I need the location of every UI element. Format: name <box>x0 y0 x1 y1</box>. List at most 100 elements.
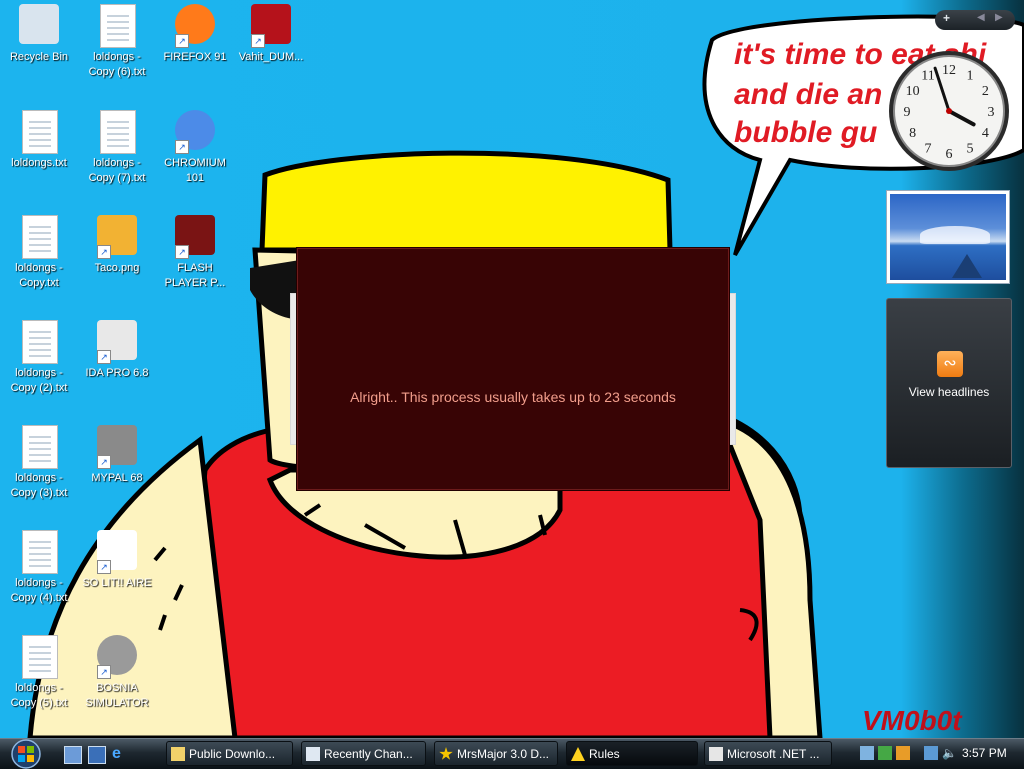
text-file-icon <box>17 635 61 679</box>
desktop-icon[interactable]: loldongs.txt <box>2 110 76 171</box>
desktop-icon[interactable]: loldongs - Copy.txt <box>2 215 76 291</box>
clock-number: 6 <box>946 147 953 162</box>
text-file-icon <box>17 215 61 259</box>
desktop-icon[interactable]: Recycle Bin <box>2 4 76 65</box>
desktop-icon[interactable]: loldongs - Copy (5).txt <box>2 635 76 711</box>
desktop-icon-label: loldongs - Copy (2).txt <box>10 367 68 394</box>
shortcut-arrow-icon: ↗ <box>97 665 111 679</box>
chromium-icon: ↗ <box>173 110 217 154</box>
desktop[interactable]: it's time to eat shi and die an bubble g… <box>0 0 1024 738</box>
shortcut-arrow-icon: ↗ <box>251 34 265 48</box>
update-icon[interactable] <box>878 746 892 760</box>
desktop-icon[interactable]: loldongs - Copy (4).txt <box>2 530 76 606</box>
desktop-icon-label: MYPAL 68 <box>91 472 143 484</box>
desktop-icon[interactable]: ↗ CHROMIUM 101 <box>158 110 232 186</box>
volume-muted-icon[interactable]: 🔈 <box>942 746 957 760</box>
text-file-icon <box>17 110 61 154</box>
taskbar-button[interactable]: Public Downlo... <box>166 741 293 766</box>
taskbar-button[interactable]: Microsoft .NET ... <box>704 741 832 766</box>
taco-image-icon: ↗ <box>95 215 139 259</box>
clock-number: 11 <box>921 69 934 84</box>
taskbar: e Public Downlo... Recently Chan... MrsMaj… <box>0 738 1024 769</box>
clock-number: 8 <box>909 126 916 141</box>
dotnet-icon <box>709 747 723 761</box>
add-gadget-button[interactable]: + <box>943 11 950 25</box>
clock-gadget[interactable]: 12 12 3 45678 9 1011 <box>886 48 1012 174</box>
warning-icon <box>571 747 585 761</box>
raccoon-icon: ↗ <box>95 425 139 469</box>
gadgets-toolbar: + ◀ ▶ <box>935 10 1015 30</box>
desktop-icon-label: loldongs - Copy (3).txt <box>10 472 68 499</box>
flash-player-icon: ↗ <box>173 215 217 259</box>
previous-page-icon[interactable]: ◀ <box>977 12 985 23</box>
desktop-icon[interactable]: ↗ FIREFOX 91 <box>158 4 232 65</box>
feed-headlines-gadget[interactable]: ∾ View headlines <box>886 298 1012 468</box>
progress-dialog[interactable]: Alright.. This process usually takes up … <box>297 248 729 490</box>
desktop-icon[interactable]: ↗ SO LIT!! AIRE <box>80 530 154 591</box>
slideshow-gadget[interactable] <box>886 190 1010 284</box>
folder-icon <box>171 747 185 761</box>
desktop-icon[interactable]: ↗ Vahit_DUM... <box>234 4 308 65</box>
solitaire-icon: ↗ <box>95 530 139 574</box>
shortcut-arrow-icon: ↗ <box>97 350 111 364</box>
clock-number: 7 <box>925 141 932 156</box>
clock-number: 12 <box>942 63 956 78</box>
clock-number: 5 <box>967 141 974 156</box>
view-headlines-label[interactable]: View headlines <box>887 385 1011 399</box>
taskbar-button[interactable]: Recently Chan... <box>301 741 426 766</box>
ida-pro-icon: ↗ <box>95 320 139 364</box>
show-desktop-icon[interactable] <box>64 746 82 764</box>
system-tray: 🔈 3:57 PM <box>852 739 1024 769</box>
switch-windows-icon[interactable] <box>88 746 106 764</box>
artist-signature: VM0b0t <box>862 705 963 736</box>
desktop-icon-label: IDA PRO 6.8 <box>85 367 149 379</box>
desktop-icon[interactable]: ↗ BOSNIA SIMULATOR <box>80 635 154 711</box>
start-button[interactable] <box>4 738 48 769</box>
clock-number: 1 <box>967 69 974 84</box>
shortcut-arrow-icon: ↗ <box>175 245 189 259</box>
clock-number: 3 <box>988 105 995 120</box>
desktop-icon-label: Recycle Bin <box>9 51 69 63</box>
star-icon <box>439 747 453 760</box>
taskbar-button-label: Recently Chan... <box>324 747 413 761</box>
taskbar-button-label: MrsMajor 3.0 D... <box>457 747 550 761</box>
desktop-icon[interactable]: loldongs - Copy (7).txt <box>80 110 154 186</box>
slideshow-image <box>890 194 1006 280</box>
text-file-icon <box>17 320 61 364</box>
speech-line-3: bubble gu <box>734 116 877 149</box>
next-page-icon[interactable]: ▶ <box>995 12 1003 23</box>
taskbar-button-label: Rules <box>589 747 620 761</box>
desktop-icon[interactable]: ↗ IDA PRO 6.8 <box>80 320 154 381</box>
dialog-message: Alright.. This process usually takes up … <box>350 389 676 405</box>
desktop-icon[interactable]: ↗ MYPAL 68 <box>80 425 154 486</box>
desktop-icon-label: loldongs.txt <box>11 157 67 169</box>
mine-icon: ↗ <box>95 635 139 679</box>
shortcut-arrow-icon: ↗ <box>175 34 189 48</box>
desktop-icon[interactable]: loldongs - Copy (3).txt <box>2 425 76 501</box>
clock-time[interactable]: 3:57 PM <box>962 746 1007 760</box>
desktop-icon-label: FIREFOX 91 <box>163 51 227 63</box>
desktop-icon-label: Taco.png <box>94 262 140 274</box>
desktop-icon[interactable]: loldongs - Copy (6).txt <box>80 4 154 80</box>
desktop-icon-label: CHROMIUM 101 <box>164 157 226 184</box>
clock-number: 2 <box>982 84 989 99</box>
text-file-icon <box>95 110 139 154</box>
security-icon[interactable] <box>896 746 910 760</box>
desktop-icon-label: loldongs - Copy (5).txt <box>10 682 68 709</box>
shortcut-arrow-icon: ↗ <box>97 455 111 469</box>
connection-icon[interactable] <box>924 746 938 760</box>
taskbar-button-label: Microsoft .NET ... <box>727 747 820 761</box>
text-file-icon <box>95 4 139 48</box>
firefox-icon: ↗ <box>173 4 217 48</box>
taskbar-button[interactable]: Rules <box>566 741 698 766</box>
taskbar-button[interactable]: MrsMajor 3.0 D... <box>434 741 558 766</box>
internet-explorer-icon[interactable]: e <box>112 746 128 762</box>
speech-line-2: and die an <box>734 78 882 111</box>
taskbar-button-label: Public Downlo... <box>189 747 276 761</box>
desktop-icon[interactable]: ↗ FLASH PLAYER P... <box>158 215 232 291</box>
desktop-icon[interactable]: ↗ Taco.png <box>80 215 154 276</box>
hair <box>259 150 673 253</box>
network-icon[interactable] <box>860 746 874 760</box>
clock-number: 9 <box>904 105 911 120</box>
desktop-icon[interactable]: loldongs - Copy (2).txt <box>2 320 76 396</box>
